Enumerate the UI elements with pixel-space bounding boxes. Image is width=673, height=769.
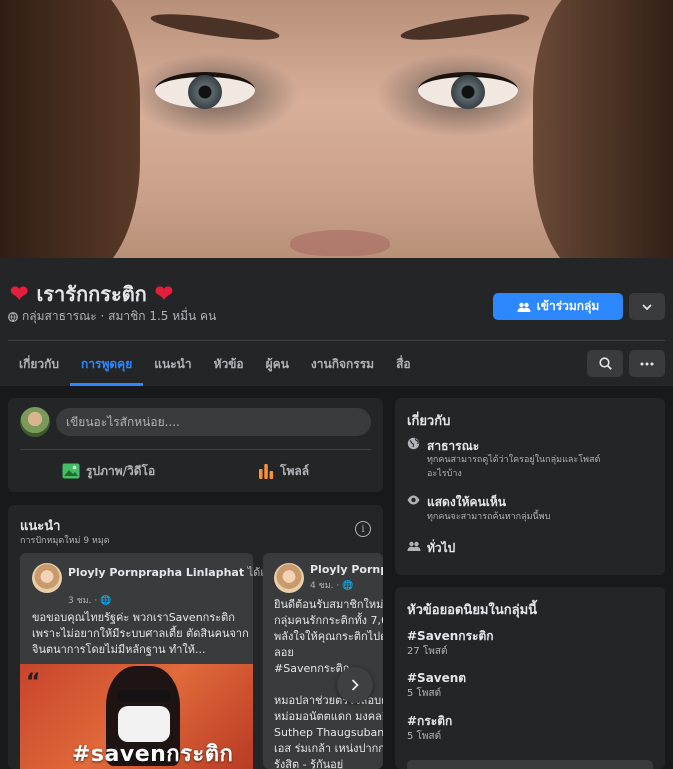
tab-topics[interactable]: หัวข้อ [203, 342, 255, 386]
tab-featured[interactable]: แนะนำ [143, 342, 202, 386]
photo-video-label: รูปภาพ/วิดีโอ [86, 463, 156, 478]
post-text: ขอขอบคุณไทยรัฐค่ะ พวกเราSavenกระติก เพรา… [32, 611, 249, 656]
post-author-name[interactable]: Ployly Pornprapha Linlaphat [68, 566, 244, 579]
group-tabs: เกี่ยวกับ การพูดคุย แนะนำ หัวข้อ ผู้คน ง… [8, 342, 422, 386]
people-icon [517, 302, 531, 312]
post-time[interactable]: 4 ชม. · 🌐 [310, 578, 353, 592]
photo-video-button[interactable]: รูปภาพ/วิดีโอ [62, 459, 155, 483]
globe-icon [8, 311, 18, 322]
cover-hair-right [533, 0, 673, 258]
tab-people[interactable]: ผู้คน [255, 342, 300, 386]
see-all-topics-button[interactable] [407, 760, 653, 769]
cover-photo[interactable] [0, 0, 673, 258]
group-meta-text: กลุ่มสาธารณะ · สมาชิก 1.5 หมื่น คน [22, 309, 217, 323]
post-image-caption: #savenกระติก [72, 742, 234, 767]
ellipsis-icon [640, 362, 654, 365]
about-title: เกี่ยวกับ [407, 414, 451, 429]
eye-icon [407, 495, 420, 505]
carousel-next-button[interactable] [337, 667, 373, 703]
author-avatar[interactable] [32, 563, 62, 593]
poll-icon [259, 464, 274, 479]
suggested-subtitle: การปักหมุดใหม่ 9 หมุด [20, 536, 110, 546]
topic-count: 27 โพสต์ [407, 646, 448, 657]
cover-eye-right [418, 72, 518, 109]
search-button[interactable] [587, 350, 623, 377]
post-time-text: 4 ชม. · [310, 581, 340, 591]
popular-topics-title: หัวข้อยอดนิยมในกลุ่มนี้ [407, 603, 538, 618]
group-title[interactable]: ❤ เรารักกระติก ❤ [10, 278, 173, 310]
about-privacy-desc: ทุกคนสามารถดูได้ว่าใครอยู่ในกลุ่มและโพสต… [427, 455, 601, 479]
user-avatar[interactable] [20, 407, 50, 437]
post-time[interactable]: 3 ชม. · 🌐 [68, 593, 111, 607]
about-general-title: ทั่วไป [427, 541, 456, 555]
people-icon [407, 541, 421, 551]
tab-media[interactable]: สื่อ [385, 342, 422, 386]
chevron-down-icon [642, 303, 652, 310]
join-group-label: เข้าร่วมกลุ่ม [536, 299, 600, 313]
header-divider [8, 340, 665, 341]
globe-icon: 🌐 [100, 596, 112, 606]
cover-brow-right [399, 9, 531, 45]
quote-mark: “ [26, 670, 41, 695]
tab-about[interactable]: เกี่ยวกับ [8, 342, 70, 386]
topic-count: 5 โพสต์ [407, 731, 442, 742]
group-meta: กลุ่มสาธารณะ · สมาชิก 1.5 หมื่น คน [8, 307, 216, 326]
post-image[interactable]: “ #savenกระติก [20, 664, 253, 769]
post-author-name[interactable]: Ployly Pornpra [310, 563, 383, 576]
topic-count: 5 โพสต์ [407, 688, 442, 699]
about-visibility-desc: ทุกคนจะสามารถค้นหากลุ่มนี้พบ [427, 512, 551, 522]
post-time-text: 3 ชม. · [68, 596, 98, 606]
cover-brow-left [149, 9, 281, 45]
globe-icon: 🌐 [342, 581, 354, 591]
poll-button[interactable]: โพลล์ [258, 459, 309, 483]
globe-icon [407, 437, 420, 450]
cover-hair-left [0, 0, 140, 258]
cover-lips [290, 230, 390, 256]
heart-icon: ❤ [10, 281, 29, 306]
more-options-button[interactable] [629, 293, 665, 320]
composer-placeholder: เขียนอะไรสักหน่อย.... [66, 414, 180, 429]
cover-eye-left [155, 72, 255, 109]
composer-input[interactable]: เขียนอะไรสักหน่อย.... [56, 408, 371, 436]
chevron-right-icon [351, 679, 359, 691]
photo-icon [62, 463, 80, 479]
tab-events[interactable]: งานกิจกรรม [300, 342, 385, 386]
more-actions-button[interactable] [629, 350, 665, 377]
search-icon [598, 357, 612, 370]
heart-icon: ❤ [154, 281, 174, 306]
composer-divider [20, 449, 371, 450]
author-avatar[interactable] [274, 563, 304, 593]
group-title-text: เรารักกระติก [36, 284, 147, 306]
poll-label: โพลล์ [280, 463, 310, 478]
tab-discussion[interactable]: การพูดคุย [70, 342, 144, 386]
sunglasses [118, 690, 170, 702]
join-group-button[interactable]: เข้าร่วมกลุ่ม [493, 293, 623, 320]
info-icon[interactable]: i [355, 521, 371, 537]
